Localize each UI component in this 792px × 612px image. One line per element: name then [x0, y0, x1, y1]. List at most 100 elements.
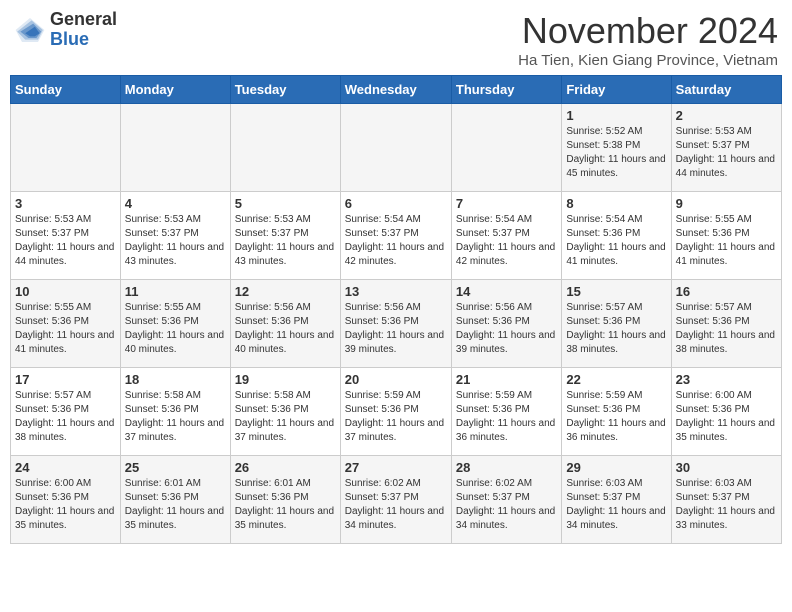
header-thursday: Thursday: [451, 76, 561, 104]
title-block: November 2024 Ha Tien, Kien Giang Provin…: [518, 10, 778, 69]
day-number: 5: [235, 196, 336, 211]
day-cell-1: 1 Sunrise: 5:52 AM Sunset: 5:38 PM Daylig…: [562, 104, 671, 192]
day-number: 10: [15, 284, 116, 299]
empty-cell: [340, 104, 451, 192]
day-number: 25: [125, 460, 226, 475]
day-cell-26: 26 Sunrise: 6:01 AM Sunset: 5:36 PM Dayli…: [230, 456, 340, 544]
day-info: Sunrise: 5:53 AM Sunset: 5:37 PM Dayligh…: [235, 213, 336, 269]
day-cell-19: 19 Sunrise: 5:58 AM Sunset: 5:36 PM Dayli…: [230, 368, 340, 456]
day-info: Sunrise: 5:59 AM Sunset: 5:36 PM Dayligh…: [456, 389, 557, 445]
week-row-1: 1 Sunrise: 5:52 AM Sunset: 5:38 PM Daylig…: [11, 104, 782, 192]
day-cell-5: 5 Sunrise: 5:53 AM Sunset: 5:37 PM Daylig…: [230, 192, 340, 280]
header-tuesday: Tuesday: [230, 76, 340, 104]
day-number: 24: [15, 460, 116, 475]
header-saturday: Saturday: [671, 76, 781, 104]
calendar-body: 1 Sunrise: 5:52 AM Sunset: 5:38 PM Daylig…: [11, 104, 782, 544]
day-number: 16: [676, 284, 777, 299]
day-info: Sunrise: 5:55 AM Sunset: 5:36 PM Dayligh…: [125, 301, 226, 357]
day-cell-6: 6 Sunrise: 5:54 AM Sunset: 5:37 PM Daylig…: [340, 192, 451, 280]
day-number: 29: [566, 460, 666, 475]
day-number: 18: [125, 372, 226, 387]
day-cell-21: 21 Sunrise: 5:59 AM Sunset: 5:36 PM Dayli…: [451, 368, 561, 456]
day-cell-8: 8Sunrise: 5:54 AM Sunset: 5:36 PM Daylig…: [562, 192, 671, 280]
day-info: Sunrise: 6:03 AM Sunset: 5:37 PM Dayligh…: [676, 477, 777, 533]
day-cell-11: 11Sunrise: 5:55 AM Sunset: 5:36 PM Dayli…: [120, 280, 230, 368]
day-number: 2: [676, 108, 777, 123]
day-cell-30: 30Sunrise: 6:03 AM Sunset: 5:37 PM Dayli…: [671, 456, 781, 544]
day-info: Sunrise: 6:03 AM Sunset: 5:37 PM Dayligh…: [566, 477, 666, 533]
logo-icon: [14, 14, 46, 46]
empty-cell: [451, 104, 561, 192]
day-number: 22: [566, 372, 666, 387]
day-info: Sunrise: 5:59 AM Sunset: 5:36 PM Dayligh…: [345, 389, 447, 445]
day-number: 17: [15, 372, 116, 387]
day-info: Sunrise: 5:56 AM Sunset: 5:36 PM Dayligh…: [345, 301, 447, 357]
day-cell-29: 29 Sunrise: 6:03 AM Sunset: 5:37 PM Dayli…: [562, 456, 671, 544]
header-friday: Friday: [562, 76, 671, 104]
day-info: Sunrise: 5:55 AM Sunset: 5:36 PM Dayligh…: [15, 301, 116, 357]
day-info: Sunrise: 5:53 AM Sunset: 5:37 PM Dayligh…: [676, 125, 777, 181]
page-header: General Blue November 2024 Ha Tien, Kien…: [10, 10, 782, 69]
day-info: Sunrise: 6:01 AM Sunset: 5:36 PM Dayligh…: [235, 477, 336, 533]
header-sunday: Sunday: [11, 76, 121, 104]
day-number: 28: [456, 460, 557, 475]
day-cell-7: 7Sunrise: 5:54 AM Sunset: 5:37 PM Daylig…: [451, 192, 561, 280]
header-monday: Monday: [120, 76, 230, 104]
week-row-4: 17 Sunrise: 5:57 AM Sunset: 5:36 PM Dayli…: [11, 368, 782, 456]
empty-cell: [120, 104, 230, 192]
day-number: 13: [345, 284, 447, 299]
day-info: Sunrise: 5:54 AM Sunset: 5:37 PM Dayligh…: [456, 213, 557, 269]
day-cell-4: 4 Sunrise: 5:53 AM Sunset: 5:37 PM Daylig…: [120, 192, 230, 280]
day-number: 27: [345, 460, 447, 475]
day-info: Sunrise: 5:58 AM Sunset: 5:36 PM Dayligh…: [125, 389, 226, 445]
logo: General Blue: [14, 10, 117, 50]
day-cell-12: 12Sunrise: 5:56 AM Sunset: 5:36 PM Dayli…: [230, 280, 340, 368]
day-number: 21: [456, 372, 557, 387]
day-info: Sunrise: 5:53 AM Sunset: 5:37 PM Dayligh…: [15, 213, 116, 269]
week-row-3: 10 Sunrise: 5:55 AM Sunset: 5:36 PM Dayli…: [11, 280, 782, 368]
day-cell-14: 14 Sunrise: 5:56 AM Sunset: 5:36 PM Dayli…: [451, 280, 561, 368]
day-info: Sunrise: 6:00 AM Sunset: 5:36 PM Dayligh…: [15, 477, 116, 533]
day-number: 19: [235, 372, 336, 387]
day-cell-28: 28Sunrise: 6:02 AM Sunset: 5:37 PM Dayli…: [451, 456, 561, 544]
day-number: 23: [676, 372, 777, 387]
day-cell-10: 10 Sunrise: 5:55 AM Sunset: 5:36 PM Dayli…: [11, 280, 121, 368]
day-info: Sunrise: 5:57 AM Sunset: 5:36 PM Dayligh…: [15, 389, 116, 445]
day-cell-9: 9 Sunrise: 5:55 AM Sunset: 5:36 PM Daylig…: [671, 192, 781, 280]
day-cell-16: 16Sunrise: 5:57 AM Sunset: 5:36 PM Dayli…: [671, 280, 781, 368]
calendar-header: SundayMondayTuesdayWednesdayThursdayFrid…: [11, 76, 782, 104]
day-info: Sunrise: 5:56 AM Sunset: 5:36 PM Dayligh…: [456, 301, 557, 357]
day-cell-24: 24 Sunrise: 6:00 AM Sunset: 5:36 PM Dayli…: [11, 456, 121, 544]
day-number: 15: [566, 284, 666, 299]
day-cell-27: 27 Sunrise: 6:02 AM Sunset: 5:37 PM Dayli…: [340, 456, 451, 544]
day-number: 8: [566, 196, 666, 211]
day-number: 1: [566, 108, 666, 123]
day-cell-20: 20Sunrise: 5:59 AM Sunset: 5:36 PM Dayli…: [340, 368, 451, 456]
calendar: SundayMondayTuesdayWednesdayThursdayFrid…: [10, 75, 782, 544]
logo-blue: Blue: [50, 30, 117, 50]
empty-cell: [11, 104, 121, 192]
day-cell-18: 18 Sunrise: 5:58 AM Sunset: 5:36 PM Dayli…: [120, 368, 230, 456]
day-number: 4: [125, 196, 226, 211]
day-cell-3: 3Sunrise: 5:53 AM Sunset: 5:37 PM Daylig…: [11, 192, 121, 280]
day-info: Sunrise: 5:52 AM Sunset: 5:38 PM Dayligh…: [566, 125, 666, 181]
day-cell-13: 13 Sunrise: 5:56 AM Sunset: 5:36 PM Dayli…: [340, 280, 451, 368]
day-number: 9: [676, 196, 777, 211]
day-cell-25: 25Sunrise: 6:01 AM Sunset: 5:36 PM Dayli…: [120, 456, 230, 544]
day-number: 6: [345, 196, 447, 211]
logo-text: General Blue: [50, 10, 117, 50]
day-number: 14: [456, 284, 557, 299]
day-info: Sunrise: 5:53 AM Sunset: 5:37 PM Dayligh…: [125, 213, 226, 269]
day-info: Sunrise: 5:59 AM Sunset: 5:36 PM Dayligh…: [566, 389, 666, 445]
header-wednesday: Wednesday: [340, 76, 451, 104]
day-info: Sunrise: 5:54 AM Sunset: 5:37 PM Dayligh…: [345, 213, 447, 269]
day-number: 26: [235, 460, 336, 475]
day-cell-22: 22 Sunrise: 5:59 AM Sunset: 5:36 PM Dayli…: [562, 368, 671, 456]
logo-general: General: [50, 10, 117, 30]
day-cell-2: 2 Sunrise: 5:53 AM Sunset: 5:37 PM Daylig…: [671, 104, 781, 192]
day-info: Sunrise: 6:02 AM Sunset: 5:37 PM Dayligh…: [345, 477, 447, 533]
day-info: Sunrise: 5:58 AM Sunset: 5:36 PM Dayligh…: [235, 389, 336, 445]
day-cell-17: 17 Sunrise: 5:57 AM Sunset: 5:36 PM Dayli…: [11, 368, 121, 456]
day-info: Sunrise: 5:55 AM Sunset: 5:36 PM Dayligh…: [676, 213, 777, 269]
header-row: SundayMondayTuesdayWednesdayThursdayFrid…: [11, 76, 782, 104]
